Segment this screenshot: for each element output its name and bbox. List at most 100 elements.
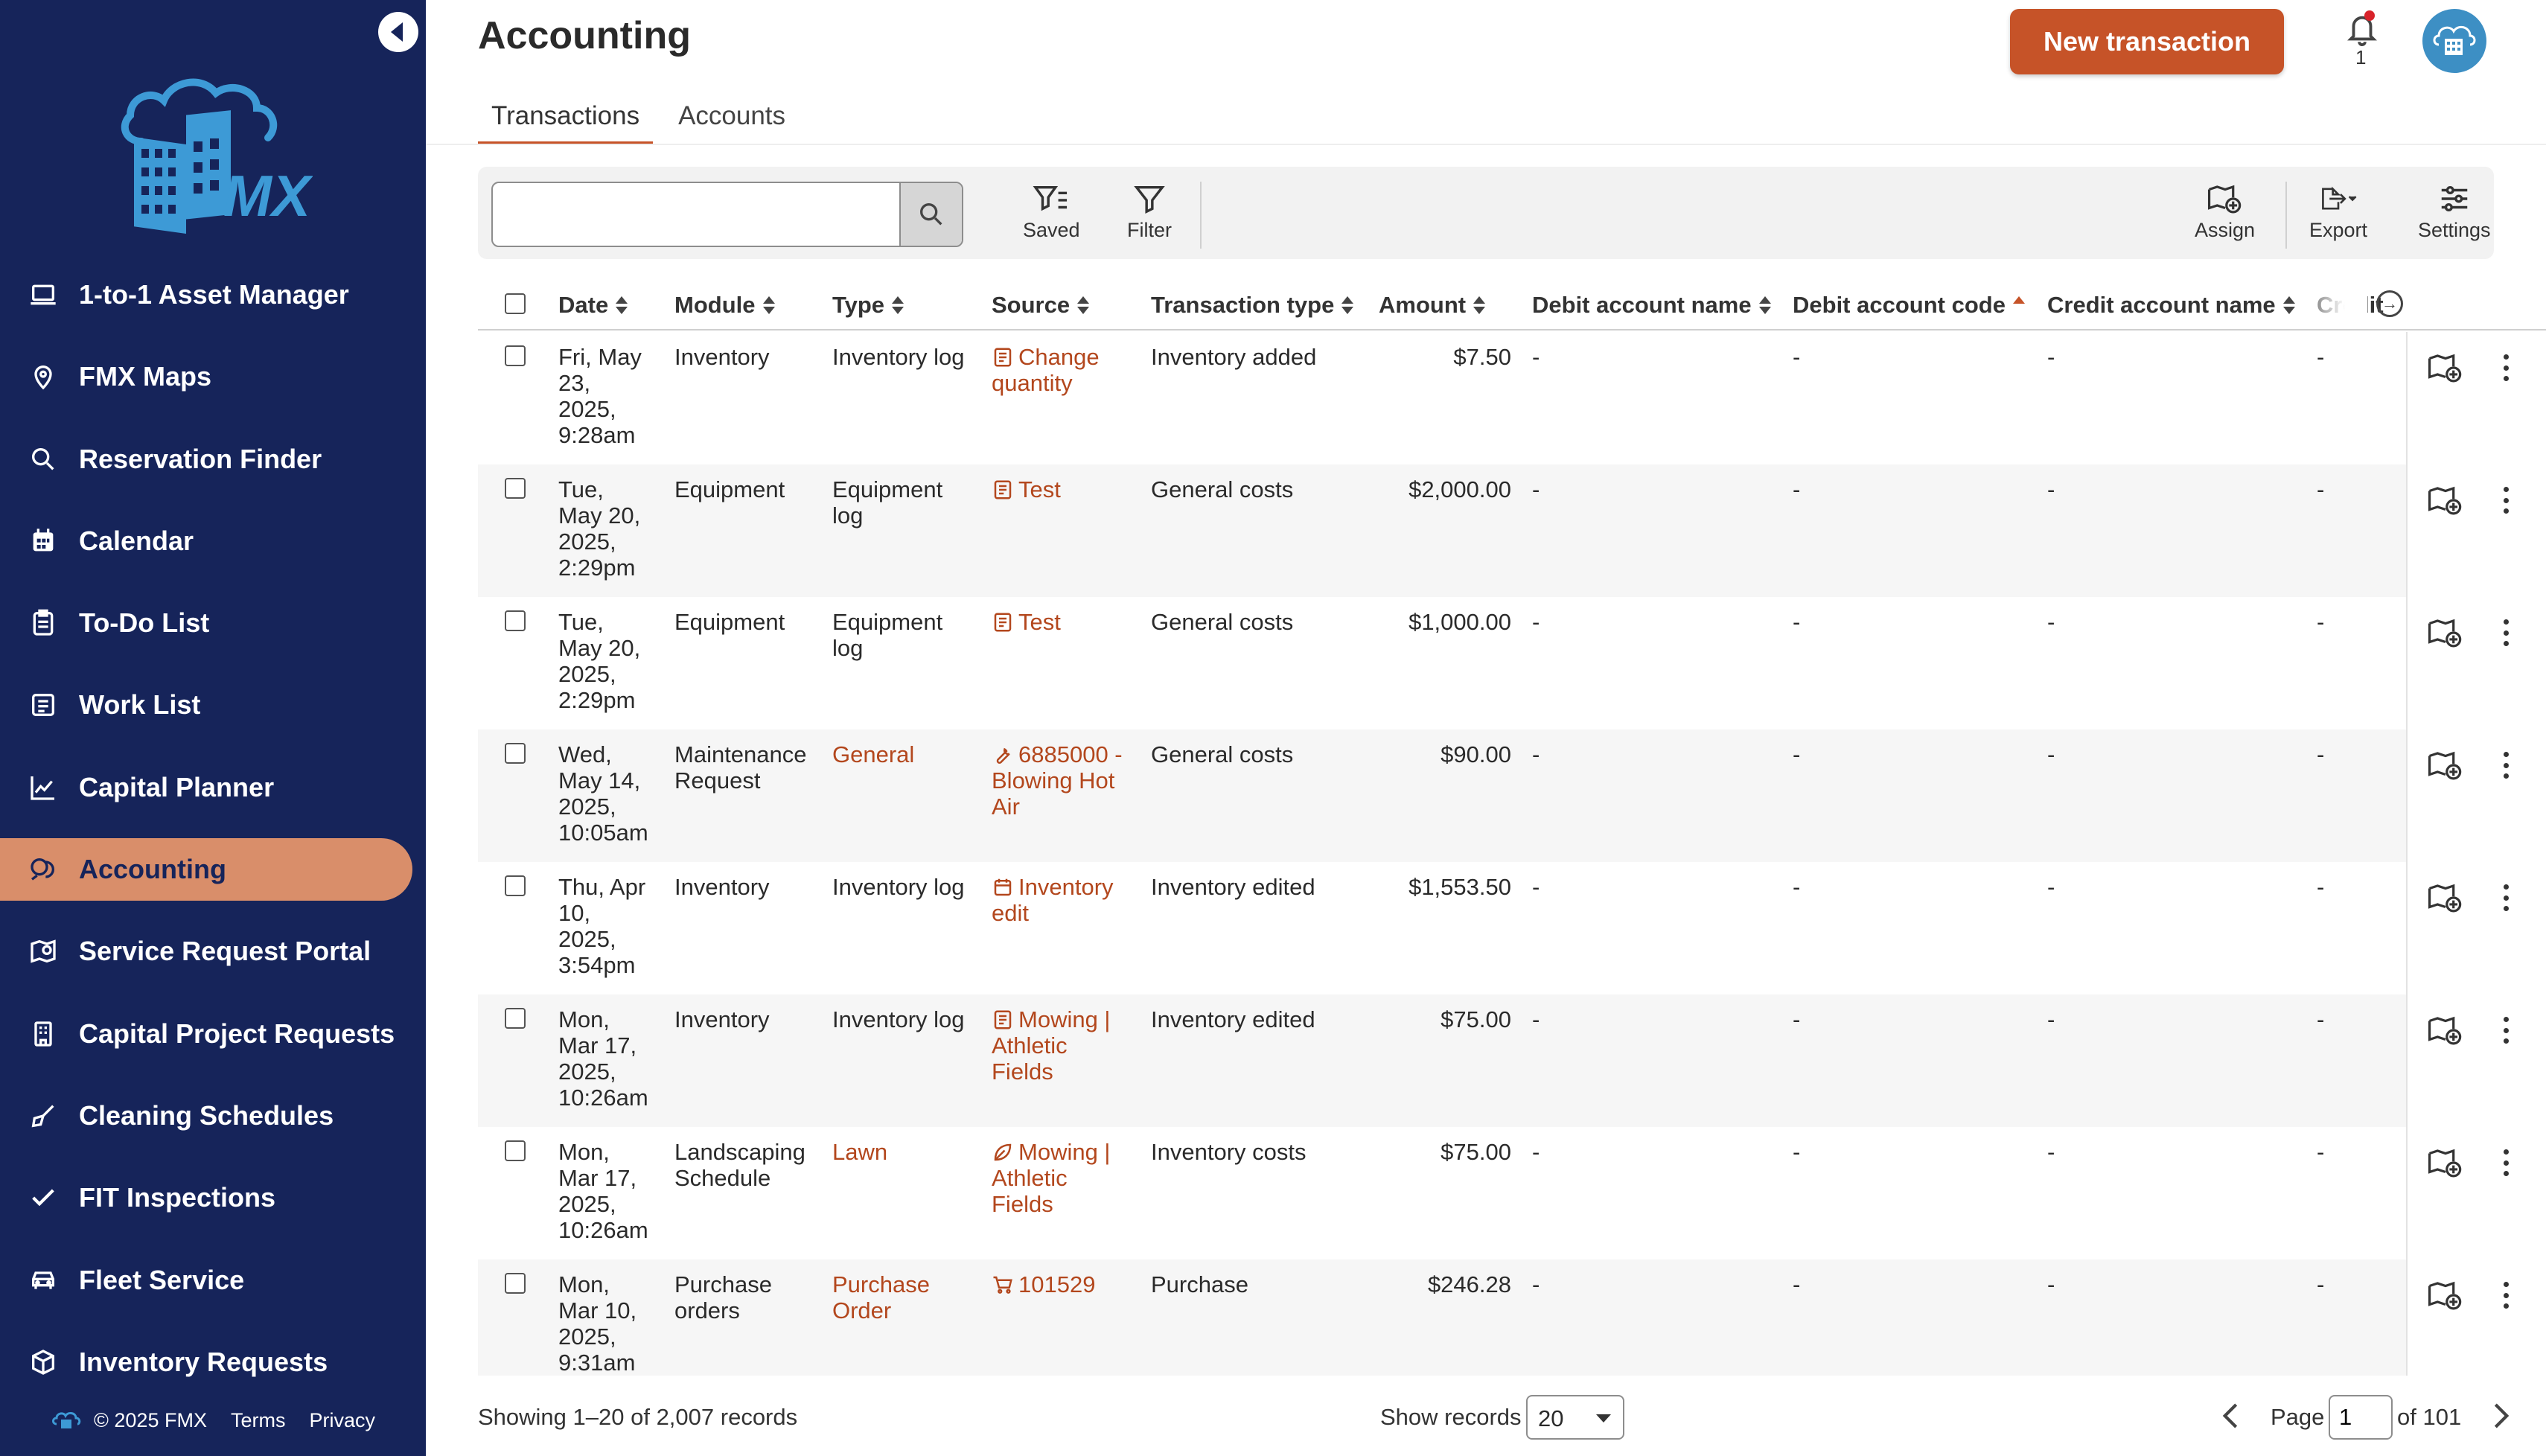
building-icon bbox=[27, 1018, 60, 1050]
column-header-amount[interactable]: Amount bbox=[1379, 292, 1486, 319]
settings-button[interactable]: Settings bbox=[2418, 182, 2491, 249]
row-checkbox[interactable] bbox=[505, 1008, 526, 1029]
row-checkbox[interactable] bbox=[505, 1140, 526, 1161]
source-cell[interactable]: 101529 bbox=[992, 1271, 1145, 1297]
toolbar-divider bbox=[1200, 182, 1202, 249]
assign-icon[interactable] bbox=[2427, 484, 2464, 517]
source-cell[interactable]: Test bbox=[992, 476, 1145, 502]
terms-link[interactable]: Terms bbox=[231, 1409, 286, 1432]
more-options-icon[interactable] bbox=[2498, 616, 2513, 649]
table-row[interactable]: Mon, Mar 17, 2025, 10:26am Inventory Inventor… bbox=[478, 994, 2546, 1127]
search-button[interactable] bbox=[899, 183, 962, 246]
avatar[interactable] bbox=[2422, 9, 2486, 73]
table-row[interactable]: Tue, May 20, 2025, 2:29pm Equipment Equipment… bbox=[478, 464, 2546, 597]
column-header-date[interactable]: Date bbox=[558, 292, 628, 319]
credit-account-name-cell: - bbox=[2047, 1006, 2055, 1032]
sidebar-item-reservation-finder[interactable]: Reservation Finder bbox=[0, 428, 426, 491]
sidebar-item-inventory-requests[interactable]: Inventory Requests bbox=[0, 1331, 426, 1380]
sidebar-item-cleaning-schedules[interactable]: Cleaning Schedules bbox=[0, 1085, 426, 1147]
sidebar-item-service-request-portal[interactable]: Service Request Portal bbox=[0, 920, 426, 983]
row-checkbox[interactable] bbox=[505, 743, 526, 764]
sidebar-item-calendar[interactable]: Calendar bbox=[0, 510, 426, 572]
assign-icon[interactable] bbox=[2427, 1146, 2464, 1179]
debit-account-code-cell: - bbox=[1793, 344, 1801, 370]
table-row[interactable]: Mon, Mar 17, 2025, 10:26am Landscaping Schedu… bbox=[478, 1127, 2546, 1259]
credit-account-name-cell: - bbox=[2047, 476, 2055, 502]
row-checkbox[interactable] bbox=[505, 478, 526, 499]
page-number-input[interactable] bbox=[2329, 1395, 2393, 1440]
source-cell[interactable]: Change quantity bbox=[992, 344, 1145, 396]
more-options-icon[interactable] bbox=[2498, 749, 2513, 782]
chevron-left-icon[interactable] bbox=[2218, 1401, 2244, 1431]
sidebar-item-accounting[interactable]: Accounting bbox=[0, 838, 412, 901]
column-header-type[interactable]: Type bbox=[832, 292, 904, 319]
column-header-transaction-type[interactable]: Transaction type bbox=[1151, 292, 1354, 319]
source-cell[interactable]: 6885000 - Blowing Hot Air bbox=[992, 741, 1145, 820]
more-options-icon[interactable] bbox=[2498, 1279, 2513, 1312]
sidebar-item-todo-list[interactable]: To-Do List bbox=[0, 592, 426, 654]
row-checkbox[interactable] bbox=[505, 610, 526, 631]
tab-accounts[interactable]: Accounts bbox=[665, 95, 799, 144]
column-header-module[interactable]: Module bbox=[674, 292, 775, 319]
type-cell[interactable]: Purchase Order bbox=[832, 1271, 986, 1324]
more-options-icon[interactable] bbox=[2498, 351, 2513, 384]
type-cell[interactable]: General bbox=[832, 741, 986, 767]
debit-account-name-cell: - bbox=[1532, 1139, 1540, 1165]
sidebar-item-work-list[interactable]: Work List bbox=[0, 674, 426, 736]
source-cell[interactable]: Mowing | Athletic Fields bbox=[992, 1006, 1145, 1085]
sidebar-item-fleet-service[interactable]: Fleet Service bbox=[0, 1249, 426, 1312]
more-options-icon[interactable] bbox=[2498, 881, 2513, 914]
assign-button[interactable]: Assign bbox=[2195, 182, 2255, 249]
new-transaction-button[interactable]: New transaction bbox=[2010, 9, 2284, 74]
column-header-debit-account-code[interactable]: Debit account code bbox=[1793, 292, 2025, 319]
tab-transactions[interactable]: Transactions bbox=[478, 95, 654, 144]
table-row[interactable]: Wed, May 14, 2025, 10:05am Maintenance Reques… bbox=[478, 729, 2546, 862]
more-options-icon[interactable] bbox=[2498, 1014, 2513, 1047]
sidebar-item-fit-inspections[interactable]: FIT Inspections bbox=[0, 1166, 426, 1229]
sidebar-item-capital-project-requests[interactable]: Capital Project Requests bbox=[0, 1003, 426, 1065]
table-row[interactable]: Thu, Apr 10, 2025, 3:54pm Inventory Inventory… bbox=[478, 862, 2546, 994]
module-cell: Equipment bbox=[674, 609, 785, 635]
more-options-icon[interactable] bbox=[2498, 1146, 2513, 1179]
sidebar-item-capital-planner[interactable]: Capital Planner bbox=[0, 756, 426, 819]
collapse-sidebar-button[interactable] bbox=[378, 12, 418, 52]
filter-icon bbox=[1134, 185, 1165, 214]
table-row[interactable]: Tue, May 20, 2025, 2:29pm Equipment Equipment… bbox=[478, 597, 2546, 729]
row-actions bbox=[2406, 862, 2546, 994]
search-input[interactable] bbox=[493, 183, 902, 246]
source-cell[interactable]: Mowing | Athletic Fields bbox=[992, 1139, 1145, 1217]
assign-icon[interactable] bbox=[2427, 1279, 2464, 1312]
assign-icon[interactable] bbox=[2427, 351, 2464, 384]
show-records-select[interactable]: 20 bbox=[1526, 1395, 1624, 1440]
filter-button[interactable]: Filter bbox=[1127, 182, 1172, 249]
debit-account-code-cell: - bbox=[1793, 476, 1801, 502]
list-icon bbox=[27, 689, 60, 721]
privacy-link[interactable]: Privacy bbox=[309, 1409, 375, 1432]
more-options-icon[interactable] bbox=[2498, 484, 2513, 517]
column-header-debit-account-name[interactable]: Debit account name bbox=[1532, 292, 1771, 319]
amount-cell: $7.50 bbox=[1453, 344, 1511, 370]
table-row[interactable]: Mon, Mar 10, 2025, 9:31am Purchase orders Purc… bbox=[478, 1259, 2546, 1376]
sidebar-item-asset-manager[interactable]: 1-to-1 Asset Manager bbox=[0, 264, 426, 326]
assign-icon[interactable] bbox=[2427, 749, 2464, 782]
sidebar-item-fmx-maps[interactable]: FMX Maps bbox=[0, 345, 426, 408]
scroll-right-icon[interactable]: → bbox=[2376, 290, 2403, 317]
source-cell[interactable]: Inventory edit bbox=[992, 874, 1145, 926]
assign-icon[interactable] bbox=[2427, 1014, 2464, 1047]
column-header-credit-account-name[interactable]: Credit account name bbox=[2047, 292, 2295, 319]
table-row[interactable]: Fri, May 23, 2025, 9:28am Inventory Inventory… bbox=[478, 332, 2546, 464]
row-checkbox[interactable] bbox=[505, 345, 526, 366]
chevron-right-icon[interactable] bbox=[2488, 1401, 2513, 1431]
assign-icon[interactable] bbox=[2427, 881, 2464, 914]
export-button[interactable]: Export bbox=[2309, 182, 2367, 249]
row-checkbox[interactable] bbox=[505, 875, 526, 896]
type-cell[interactable]: Lawn bbox=[832, 1139, 986, 1165]
date-cell: Tue, May 20, 2025, 2:29pm bbox=[558, 609, 641, 713]
saved-filters-button[interactable]: Saved bbox=[1023, 182, 1080, 249]
column-header-source[interactable]: Source bbox=[992, 292, 1090, 319]
box-icon bbox=[27, 1346, 60, 1379]
select-all-checkbox[interactable] bbox=[505, 293, 526, 314]
source-cell[interactable]: Test bbox=[992, 609, 1145, 635]
row-checkbox[interactable] bbox=[505, 1273, 526, 1294]
assign-icon[interactable] bbox=[2427, 616, 2464, 649]
